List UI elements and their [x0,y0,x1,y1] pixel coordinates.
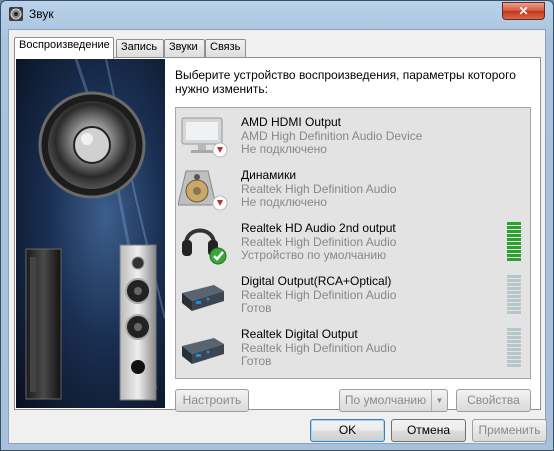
meter-segment [507,360,521,363]
device-name: Динамики [241,168,297,182]
cancel-button[interactable]: Отмена [391,419,466,442]
disconnected-badge-icon [212,195,228,211]
tab-sounds[interactable]: Звуки [164,39,205,58]
playback-panel: Выберите устройство воспроизведения, пар… [14,57,541,412]
sound-dialog: Звук ✕ Воспроизведение Запись Звуки Связ… [0,0,554,451]
meter-segment [507,275,521,278]
device-description: AMD High Definition Audio Device [241,129,423,143]
meter-segment [507,295,521,298]
dialog-client: Воспроизведение Запись Звуки Связь Выбер… [8,29,547,444]
device-status: Устройство по умолчанию [241,248,387,262]
monitor-icon [181,117,228,158]
close-button[interactable]: ✕ [502,2,545,20]
device-status: Не подключено [241,142,327,156]
speaker-icon [178,170,228,211]
tab-communications[interactable]: Связь [205,39,246,58]
list-item-device-speakers[interactable]: Динамики Realtek High Definition Audio Н… [176,163,530,216]
device-description: Realtek High Definition Audio [241,288,397,302]
meter-segment [507,283,521,286]
window-title: Звук [29,7,54,21]
default-check-badge-icon [209,247,227,265]
meter-segment [507,307,521,310]
speakers-artwork [25,59,165,401]
device-description: Realtek High Definition Audio [241,341,397,355]
device-description: Realtek High Definition Audio [241,235,397,249]
device-name: Digital Output(RCA+Optical) [241,274,392,288]
meter-segment [507,230,521,233]
device-status: Готов [241,301,272,315]
digital-output-icon [182,285,224,311]
meter-segment [507,234,521,237]
close-icon: ✕ [518,4,529,18]
meter-segment [507,303,521,306]
meter-segment [507,246,521,249]
digital-output-icon [182,338,224,364]
meter-segment [507,299,521,302]
device-description: Realtek High Definition Audio [241,182,397,196]
device-status: Не подключено [241,195,327,209]
meter-segment [507,348,521,351]
device-name: Realtek Digital Output [241,327,358,341]
headphones-icon [182,228,227,265]
title-bar[interactable]: Звук ✕ [1,1,553,29]
tab-playback[interactable]: Воспроизведение [14,37,114,59]
meter-segment [507,340,521,343]
tab-recording[interactable]: Запись [116,39,164,58]
set-default-label: По умолчанию [344,393,427,407]
device-name: Realtek HD Audio 2nd output [241,221,396,235]
meter-segment [507,356,521,359]
disconnected-badge-icon [212,142,228,158]
prompt-text: Выберите устройство воспроизведения, пар… [175,68,516,96]
meter-segment [507,279,521,282]
meter-segment [507,291,521,294]
list-item-device-amd-hdmi[interactable]: AMD HDMI Output AMD High Definition Audi… [176,110,530,163]
meter-segment [507,364,521,367]
meter-segment [507,311,521,314]
configure-button[interactable]: Настроить [175,389,249,412]
meter-segment [507,250,521,253]
meter-segment [507,344,521,347]
set-default-button[interactable]: По умолчанию ▼ [339,389,448,412]
volume-meter [507,328,521,369]
volume-meter [507,275,521,316]
speaker-app-icon [9,7,23,21]
list-item-device-realtek-digital[interactable]: Realtek Digital Output Realtek High Defi… [176,322,530,375]
volume-meter [507,222,521,263]
device-status: Готов [241,354,272,368]
properties-button[interactable]: Свойства [456,389,531,412]
meter-segment [507,352,521,355]
meter-segment [507,287,521,290]
speakers-illustration [16,59,165,408]
meter-segment [507,222,521,225]
meter-segment [507,332,521,335]
ok-button[interactable]: OK [310,419,385,442]
list-item-device-digital-rca[interactable]: Digital Output(RCA+Optical) Realtek High… [176,269,530,322]
device-list[interactable]: AMD HDMI Output AMD High Definition Audi… [175,107,531,379]
meter-segment [507,226,521,229]
meter-segment [507,328,521,331]
meter-segment [507,336,521,339]
meter-segment [507,238,521,241]
meter-segment [507,242,521,245]
meter-segment [507,254,521,257]
device-name: AMD HDMI Output [241,115,342,129]
meter-segment [507,258,521,261]
chevron-down-icon[interactable]: ▼ [431,390,447,411]
list-item-device-realtek-2nd[interactable]: Realtek HD Audio 2nd output Realtek High… [176,216,530,269]
apply-button[interactable]: Применить [472,419,547,442]
